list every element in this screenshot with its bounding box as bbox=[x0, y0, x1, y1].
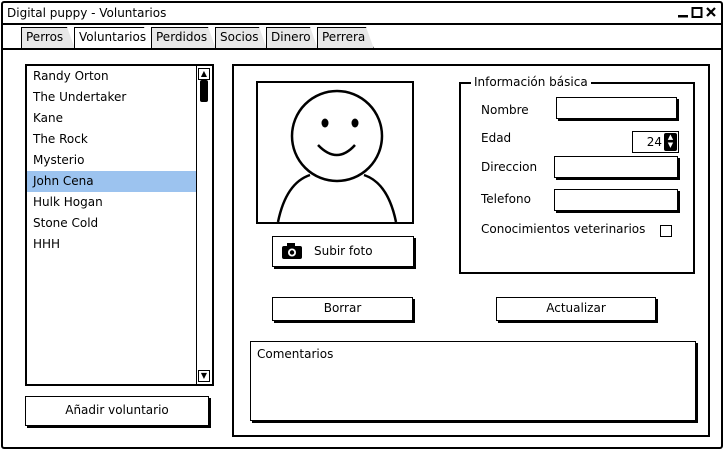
tab-label: Dinero bbox=[271, 30, 311, 44]
list-item[interactable]: The Rock bbox=[27, 129, 197, 150]
title-bar: Digital puppy - Voluntarios bbox=[3, 3, 721, 25]
phone-label: Telefono bbox=[481, 192, 531, 206]
close-icon[interactable] bbox=[704, 5, 718, 21]
tab-divider bbox=[3, 48, 721, 50]
upload-photo-label: Subir foto bbox=[314, 244, 373, 258]
minimize-icon[interactable] bbox=[676, 5, 690, 21]
vet-knowledge-label: Conocimientos veterinarios bbox=[481, 222, 646, 236]
tab-label: Voluntarios bbox=[79, 30, 147, 44]
app-window: Digital puppy - Voluntarios Perros Volun… bbox=[1, 1, 723, 449]
tab-perdidos[interactable]: Perdidos bbox=[151, 27, 216, 49]
list-scrollbar[interactable]: ▲ ▼ bbox=[196, 66, 212, 384]
tab-label: Perrera bbox=[322, 30, 366, 44]
phone-field[interactable] bbox=[554, 189, 678, 211]
tab-label: Perdidos bbox=[156, 30, 208, 44]
user-placeholder-icon bbox=[276, 89, 398, 222]
tab-perrera[interactable]: Perrera bbox=[317, 27, 374, 49]
list-item[interactable]: Hulk Hogan bbox=[27, 192, 197, 213]
list-item[interactable]: Randy Orton bbox=[27, 66, 197, 87]
list-item-selected[interactable]: John Cena bbox=[27, 171, 197, 192]
list-item[interactable]: Kane bbox=[27, 108, 197, 129]
delete-button[interactable]: Borrar bbox=[272, 297, 413, 321]
update-button[interactable]: Actualizar bbox=[496, 297, 656, 321]
update-label: Actualizar bbox=[546, 301, 606, 315]
list-item[interactable]: HHH bbox=[27, 234, 197, 255]
vet-knowledge-checkbox[interactable] bbox=[660, 225, 672, 237]
comments-field[interactable]: Comentarios bbox=[250, 341, 696, 421]
scroll-down-icon[interactable]: ▼ bbox=[198, 370, 210, 382]
tab-label: Socios bbox=[220, 30, 259, 44]
delete-label: Borrar bbox=[323, 301, 362, 315]
address-field[interactable] bbox=[554, 156, 678, 178]
basic-info-legend: Información básica bbox=[471, 75, 591, 89]
address-label: Direccion bbox=[481, 160, 538, 174]
name-field[interactable] bbox=[556, 97, 677, 119]
comments-label: Comentarios bbox=[257, 347, 334, 361]
camera-icon bbox=[281, 242, 303, 263]
tab-perros[interactable]: Perros bbox=[21, 27, 75, 49]
maximize-icon[interactable] bbox=[690, 5, 704, 21]
age-stepper[interactable]: 24 ▲ ▼ bbox=[632, 131, 679, 153]
name-label: Nombre bbox=[481, 103, 529, 117]
tab-socios[interactable]: Socios bbox=[215, 27, 267, 49]
window-title: Digital puppy - Voluntarios bbox=[7, 6, 167, 20]
stepper-arrows-icon[interactable]: ▲ ▼ bbox=[664, 133, 677, 151]
add-volunteer-button[interactable]: Añadir voluntario bbox=[25, 396, 209, 426]
volunteer-list[interactable]: Randy Orton The Undertaker Kane The Rock… bbox=[25, 64, 214, 386]
list-item[interactable]: Stone Cold bbox=[27, 213, 197, 234]
basic-info-group: Información básica Nombre Edad 24 ▲ ▼ Dir… bbox=[459, 75, 695, 274]
upload-photo-button[interactable]: Subir foto bbox=[272, 236, 414, 267]
photo-frame bbox=[256, 81, 414, 224]
add-volunteer-label: Añadir voluntario bbox=[65, 403, 169, 417]
scroll-thumb[interactable] bbox=[200, 80, 208, 102]
tab-label: Perros bbox=[26, 30, 64, 44]
age-value: 24 bbox=[646, 135, 662, 149]
tab-dinero[interactable]: Dinero bbox=[266, 27, 318, 49]
list-item[interactable]: Mysterio bbox=[27, 150, 197, 171]
scroll-up-icon[interactable]: ▲ bbox=[198, 68, 210, 80]
tab-voluntarios[interactable]: Voluntarios bbox=[74, 27, 152, 49]
list-item[interactable]: The Undertaker bbox=[27, 87, 197, 108]
detail-panel: Subir foto Información básica Nombre Eda… bbox=[232, 64, 710, 437]
age-label: Edad bbox=[481, 131, 512, 145]
